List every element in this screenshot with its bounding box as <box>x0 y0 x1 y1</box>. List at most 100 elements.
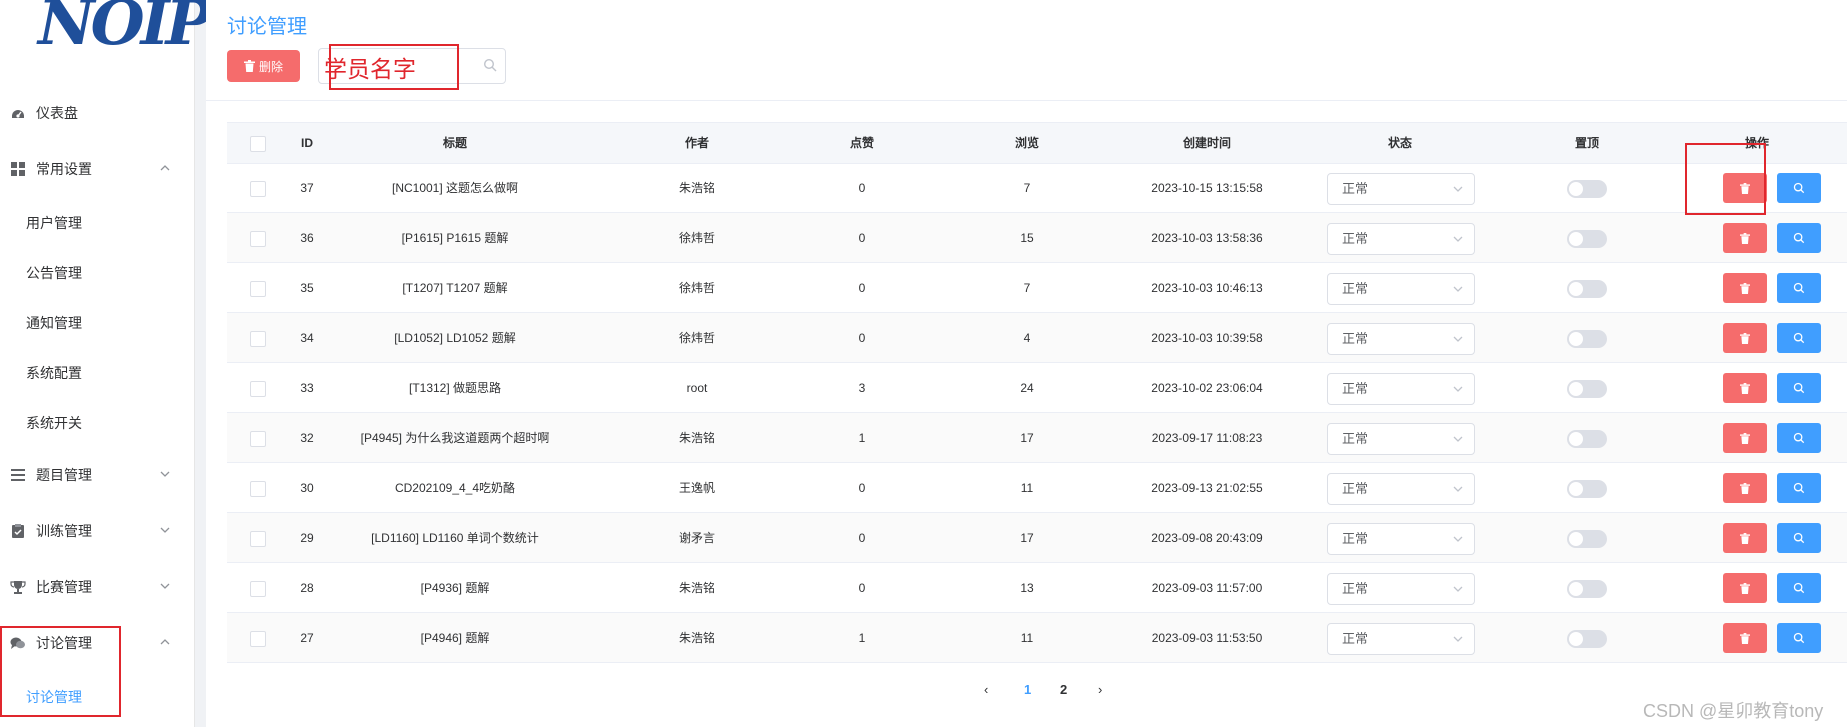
row-checkbox[interactable] <box>250 431 266 447</box>
sidebar-item-label: 训练管理 <box>36 523 92 539</box>
row-checkbox[interactable] <box>250 381 266 397</box>
trash-icon <box>1740 382 1750 394</box>
header-author[interactable]: 作者 <box>637 123 757 163</box>
delete-button[interactable]: 删除 <box>227 50 300 82</box>
row-view-button[interactable] <box>1777 573 1821 603</box>
row-delete-button[interactable] <box>1723 223 1767 253</box>
header-pinned[interactable]: 置顶 <box>1557 123 1617 163</box>
status-select[interactable]: 正常 <box>1327 523 1475 555</box>
header-title[interactable]: 标题 <box>335 123 575 163</box>
sidebar-subitem-system-config[interactable]: 系统配置 <box>26 363 82 383</box>
chevron-down-icon <box>1453 336 1463 342</box>
pin-toggle[interactable] <box>1567 330 1607 348</box>
toggle-knob <box>1569 582 1583 596</box>
sidebar-item-problems[interactable]: 题目管理 <box>0 455 194 495</box>
row-checkbox[interactable] <box>250 331 266 347</box>
row-delete-button[interactable] <box>1723 623 1767 653</box>
search-icon <box>1793 332 1805 344</box>
pin-toggle[interactable] <box>1567 430 1607 448</box>
cell-id: 28 <box>300 581 314 595</box>
cell-likes: 1 <box>858 431 866 445</box>
sidebar-item-label: 常用设置 <box>36 161 92 177</box>
table-row: 37 [NC1001] 这题怎么做啊 朱浩铭 0 7 2023-10-15 13:15:5… <box>227 163 1847 213</box>
sidebar-subitem-announcements[interactable]: 公告管理 <box>26 263 82 283</box>
row-view-button[interactable] <box>1777 273 1821 303</box>
row-view-button[interactable] <box>1777 523 1821 553</box>
status-select[interactable]: 正常 <box>1327 223 1475 255</box>
cell-likes: 3 <box>858 381 866 395</box>
select-all-checkbox[interactable] <box>250 136 266 152</box>
pin-toggle[interactable] <box>1567 280 1607 298</box>
status-select[interactable]: 正常 <box>1327 423 1475 455</box>
row-delete-button[interactable] <box>1723 423 1767 453</box>
sidebar-item-label: 题目管理 <box>36 467 92 483</box>
search-icon[interactable] <box>483 58 497 72</box>
chevron-down-icon <box>1453 286 1463 292</box>
trash-icon <box>1740 532 1750 544</box>
toggle-knob <box>1569 632 1583 646</box>
row-delete-button[interactable] <box>1723 373 1767 403</box>
row-view-button[interactable] <box>1777 423 1821 453</box>
row-checkbox[interactable] <box>250 631 266 647</box>
header-views[interactable]: 浏览 <box>977 123 1077 163</box>
row-view-button[interactable] <box>1777 223 1821 253</box>
search-icon <box>1793 382 1805 394</box>
status-select[interactable]: 正常 <box>1327 573 1475 605</box>
row-delete-button[interactable] <box>1723 323 1767 353</box>
cell-id: 37 <box>300 181 314 195</box>
pin-toggle[interactable] <box>1567 180 1607 198</box>
pagination-page-2[interactable]: 2 <box>1060 682 1067 697</box>
header-id[interactable]: ID <box>287 123 327 163</box>
row-view-button[interactable] <box>1777 623 1821 653</box>
pin-toggle[interactable] <box>1567 380 1607 398</box>
row-view-button[interactable] <box>1777 173 1821 203</box>
row-view-button[interactable] <box>1777 473 1821 503</box>
sidebar-item-settings[interactable]: 常用设置 <box>0 149 194 189</box>
row-view-button[interactable] <box>1777 323 1821 353</box>
pin-toggle[interactable] <box>1567 230 1607 248</box>
chevron-down-icon <box>1453 586 1463 592</box>
pin-toggle[interactable] <box>1567 530 1607 548</box>
row-delete-button[interactable] <box>1723 273 1767 303</box>
status-select[interactable]: 正常 <box>1327 623 1475 655</box>
row-delete-button[interactable] <box>1723 523 1767 553</box>
table-row: 27 [P4946] 题解 朱浩铭 1 11 2023-09-03 11:53:50 正常 <box>227 613 1847 663</box>
status-select[interactable]: 正常 <box>1327 473 1475 505</box>
row-delete-button[interactable] <box>1723 573 1767 603</box>
row-checkbox[interactable] <box>250 181 266 197</box>
search-icon <box>1793 532 1805 544</box>
row-checkbox[interactable] <box>250 231 266 247</box>
pin-toggle[interactable] <box>1567 580 1607 598</box>
cell-id: 27 <box>300 631 314 645</box>
header-created[interactable]: 创建时间 <box>1107 123 1307 163</box>
pagination-next[interactable]: › <box>1098 682 1102 697</box>
row-view-button[interactable] <box>1777 373 1821 403</box>
list-icon <box>10 467 26 483</box>
chevron-down-icon <box>160 527 170 533</box>
sidebar-item-dashboard[interactable]: 仪表盘 <box>0 93 194 133</box>
header-likes[interactable]: 点赞 <box>812 123 912 163</box>
sidebar-item-training[interactable]: 训练管理 <box>0 511 194 551</box>
status-select[interactable]: 正常 <box>1327 173 1475 205</box>
row-checkbox[interactable] <box>250 281 266 297</box>
pagination-page-1[interactable]: 1 <box>1024 682 1031 697</box>
toggle-knob <box>1569 482 1583 496</box>
pin-toggle[interactable] <box>1567 480 1607 498</box>
discussion-table: ID 标题 作者 点赞 浏览 创建时间 状态 置顶 操作 37 [NC1001] … <box>227 122 1847 663</box>
pin-toggle[interactable] <box>1567 630 1607 648</box>
row-checkbox[interactable] <box>250 481 266 497</box>
cell-id: 33 <box>300 381 314 395</box>
pagination-prev[interactable]: ‹ <box>984 682 988 697</box>
status-select[interactable]: 正常 <box>1327 373 1475 405</box>
status-select[interactable]: 正常 <box>1327 323 1475 355</box>
sidebar-item-contests[interactable]: 比赛管理 <box>0 567 194 607</box>
row-checkbox[interactable] <box>250 581 266 597</box>
header-status[interactable]: 状态 <box>1327 123 1473 163</box>
sidebar-subitem-notifications[interactable]: 通知管理 <box>26 313 82 333</box>
row-delete-button[interactable] <box>1723 473 1767 503</box>
sidebar-subitem-users[interactable]: 用户管理 <box>26 213 82 233</box>
status-select[interactable]: 正常 <box>1327 273 1475 305</box>
clipboard-icon <box>10 523 26 539</box>
row-checkbox[interactable] <box>250 531 266 547</box>
sidebar-subitem-system-switch[interactable]: 系统开关 <box>26 413 82 433</box>
